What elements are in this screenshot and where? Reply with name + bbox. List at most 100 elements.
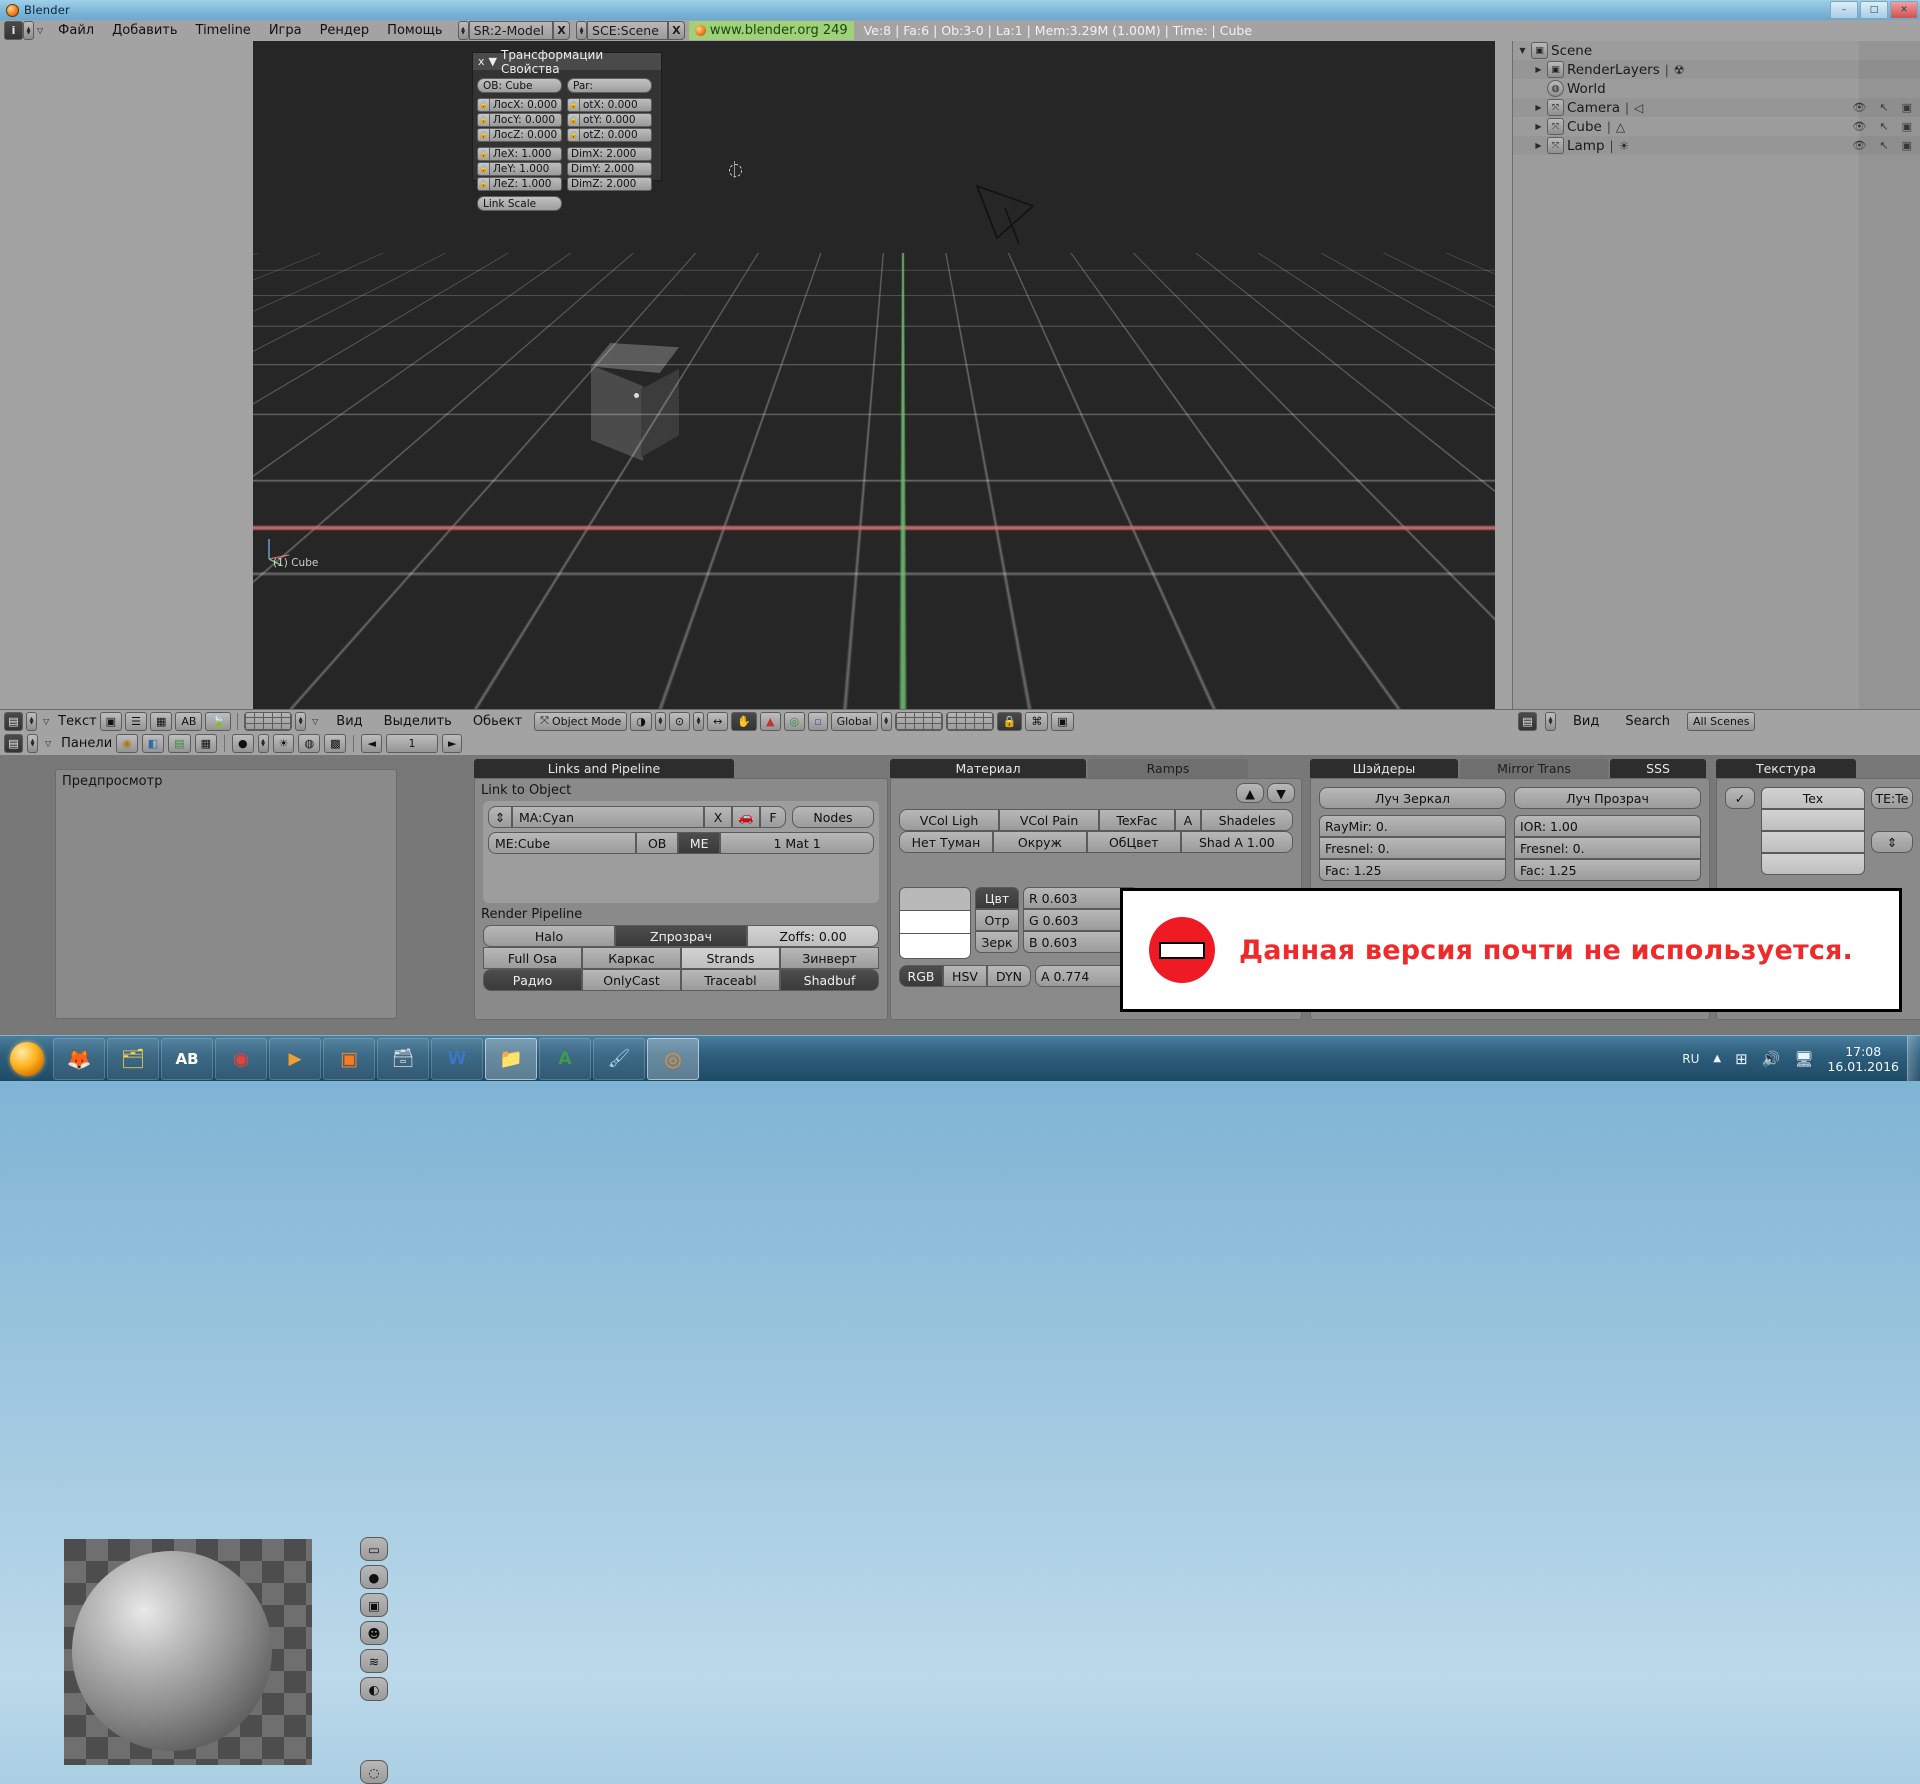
texture-enable-checkbox[interactable]: ✓ — [1725, 787, 1755, 809]
dim-y-field[interactable]: DimY: 2.000 — [567, 162, 652, 176]
outliner-editor-icon[interactable]: ▤ — [1518, 711, 1537, 731]
strands-button[interactable]: Strands — [681, 947, 780, 969]
text-draw-icon[interactable]: ▣ — [99, 711, 123, 731]
lock-icon[interactable]: 🔓 — [477, 177, 489, 191]
scene-spinner[interactable]: ▲ ▼ — [576, 21, 588, 40]
dim-z-field[interactable]: DimZ: 2.000 — [567, 177, 652, 191]
warning-dialog[interactable]: Данная версия почти не используется. — [1120, 888, 1902, 1012]
view3d-editor-icon[interactable] — [244, 711, 293, 731]
view3d-editor-spinner[interactable]: ▲ ▼ — [295, 711, 307, 731]
render-icon[interactable]: ▣ — [1051, 711, 1074, 731]
transform-properties-panel[interactable]: x ▼ Трансформации Свойства OB: Cube Par:… — [472, 48, 662, 211]
traceable-button[interactable]: Traceabl — [681, 969, 780, 991]
layers-block-1[interactable] — [894, 711, 943, 731]
transform-panel-header[interactable]: x ▼ Трансформации Свойства — [473, 48, 661, 76]
fresnel-tra-slider[interactable]: Fresnel: 0. — [1514, 837, 1701, 859]
ramps-tab[interactable]: Ramps — [1088, 759, 1248, 778]
zinvert-button[interactable]: Зинверт — [780, 947, 879, 969]
car-icon[interactable]: 🚗 — [732, 806, 760, 828]
outliner-data-icon[interactable]: △ — [1616, 120, 1625, 134]
text-editor-spinner[interactable]: ▲ ▼ — [26, 711, 37, 731]
taskbar-item-word[interactable]: W — [431, 1037, 483, 1080]
outliner-data-icon[interactable]: ☀ — [1619, 139, 1630, 153]
lock-icon[interactable]: 🔒 — [996, 711, 1023, 731]
col-channel-button[interactable]: Цвт — [975, 887, 1019, 909]
dim-x-field[interactable]: DimX: 2.000 — [567, 147, 652, 161]
expand-triangle-icon[interactable]: ▶ — [1533, 141, 1544, 150]
menu-render[interactable]: Рендер — [311, 23, 379, 38]
loc-z-field[interactable]: ЛocZ: 0.000 — [489, 128, 562, 142]
loc-y-field[interactable]: ЛocY: 0.000 — [489, 113, 562, 127]
hair-preview-icon[interactable]: ≋ — [360, 1649, 388, 1673]
material-tab-icon[interactable]: ● — [231, 733, 254, 753]
frame-next-icon[interactable]: ► — [441, 733, 463, 753]
material-preview[interactable] — [64, 1539, 312, 1765]
buttons-editor-icon[interactable]: ▤ — [4, 733, 23, 753]
ab-icon[interactable]: AB — [175, 711, 203, 731]
texface-button[interactable]: TexFac — [1099, 809, 1175, 831]
minimize-button[interactable]: – — [1830, 1, 1858, 19]
env-button[interactable]: Окруж — [992, 831, 1087, 853]
expand-triangle-icon[interactable]: ▼ — [1517, 46, 1528, 55]
sphere-preview-icon[interactable]: ● — [360, 1565, 388, 1589]
onlycast-button[interactable]: OnlyCast — [582, 969, 681, 991]
orientation-selector[interactable]: Global — [830, 711, 878, 731]
lock-icon[interactable]: 🔓 — [567, 113, 579, 127]
scene-selector[interactable]: ▲ ▼ SCE:Scene X — [576, 21, 685, 40]
expand-triangle-icon[interactable]: ▶ — [1533, 103, 1544, 112]
frame-field[interactable]: 1 — [385, 733, 438, 753]
texture-name-field[interactable]: TE:Te — [1871, 787, 1913, 809]
menu-timeline[interactable]: Timeline — [187, 23, 260, 38]
material-name-field[interactable]: MA:Cyan — [512, 806, 704, 828]
scale-manipulator-icon[interactable]: ◎ — [783, 711, 806, 731]
show-hidden-icon[interactable]: ▲ — [1713, 1053, 1721, 1064]
shading-buttons-icon[interactable]: ◉ — [116, 733, 138, 753]
text-editor-icon[interactable]: ▤ — [4, 711, 23, 731]
me-link-button[interactable]: ME — [678, 832, 721, 854]
taskbar-item-firefox[interactable]: 🦊 — [53, 1037, 105, 1080]
texture-slot-2[interactable] — [1761, 831, 1865, 853]
mesh-name-field[interactable]: ME:Cube — [488, 832, 637, 854]
link-icon[interactable]: ⌘ — [1025, 711, 1049, 731]
arrow-up-icon[interactable]: ▲ — [1236, 783, 1264, 803]
no-mist-button[interactable]: Нет Туман — [899, 831, 993, 853]
close-button[interactable]: ✕ — [1890, 1, 1918, 19]
material-tab-spinner[interactable]: ▲ ▼ — [257, 733, 269, 753]
info-editor-icon[interactable]: i — [4, 21, 23, 40]
spe-channel-button[interactable]: Отр — [975, 909, 1019, 931]
clock[interactable]: 17:08 16.01.2016 — [1827, 1044, 1899, 1074]
editing-buttons-icon[interactable]: ▤ — [168, 733, 191, 753]
scale-z-field[interactable]: ЛeZ: 1.000 — [489, 177, 562, 191]
maximize-button[interactable]: □ — [1860, 1, 1888, 19]
scene-delete-button[interactable]: X — [667, 21, 685, 40]
shading-icon[interactable]: ◑ — [630, 711, 652, 731]
menu-view[interactable]: Вид — [327, 714, 371, 729]
viewport-3d[interactable]: (1) Cube x ▼ Трансформации Свойства OB: … — [253, 41, 1495, 709]
menu-add[interactable]: Добавить — [103, 23, 186, 38]
panel-collapse-icon[interactable]: ▼ — [489, 55, 497, 68]
lock-icon[interactable]: 🔓 — [477, 98, 489, 112]
material-clear-button[interactable]: X — [704, 806, 732, 828]
scale-y-field[interactable]: ЛeY: 1.000 — [489, 162, 562, 176]
shadeless-button[interactable]: Shadeles — [1201, 809, 1294, 831]
dyn-mode-button[interactable]: DYN — [987, 965, 1031, 987]
scene-buttons-icon[interactable]: ▦ — [194, 733, 217, 753]
fresnel-mir-slider[interactable]: Fresnel: 0. — [1319, 837, 1506, 859]
taskbar-item-explorer[interactable]: 🗂 — [107, 1037, 159, 1080]
rotate-manipulator-icon[interactable]: ▲ — [760, 711, 781, 731]
fake-user-button[interactable]: F — [760, 806, 786, 828]
material-index-field[interactable]: 1 Mat 1 — [720, 832, 874, 854]
hsv-mode-button[interactable]: HSV — [943, 965, 987, 987]
grid-icon[interactable]: ▦ — [149, 711, 173, 731]
scene-name-field[interactable]: SCE:Scene — [587, 21, 668, 40]
buttons-editor-spinner[interactable]: ▲ ▼ — [27, 733, 38, 753]
menu-help[interactable]: Помощь — [378, 23, 451, 38]
outliner-area[interactable]: ▼▣Scene▶▣RenderLayers|☢◍World▶⤧Camera|◁👁… — [1512, 41, 1920, 709]
screen-selector[interactable]: ▲ ▼ SR:2-Model X — [457, 21, 571, 40]
collapse-menu-icon[interactable]: ▽ — [45, 739, 51, 748]
lines-icon[interactable]: ☰ — [125, 711, 147, 731]
texture-slot-1[interactable] — [1761, 809, 1865, 831]
mode-selector[interactable]: ⤧ Object Mode — [534, 711, 628, 731]
fac-mir-slider[interactable]: Fac: 1.25 — [1319, 859, 1506, 881]
full-osa-button[interactable]: Full Osa — [483, 947, 582, 969]
